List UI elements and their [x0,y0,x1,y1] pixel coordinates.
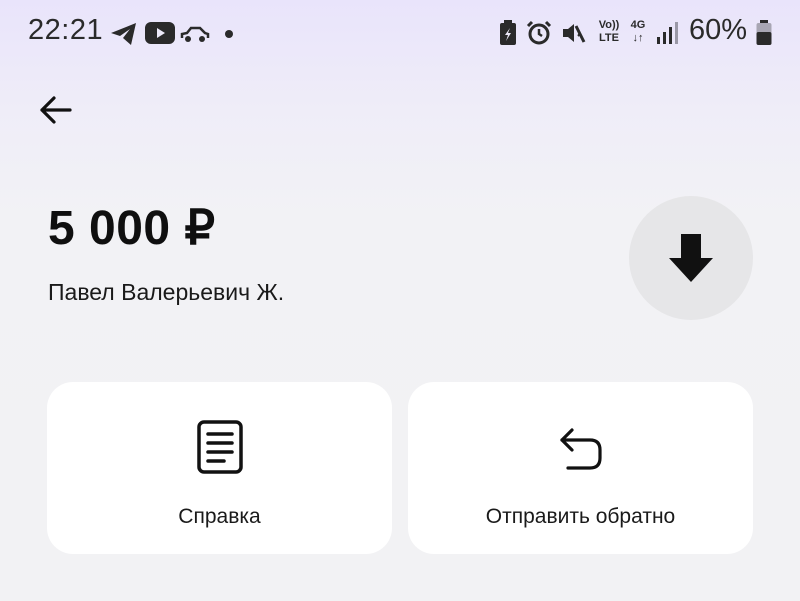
send-back-label: Отправить обратно [485,505,676,528]
battery-icon [756,20,772,45]
arrow-left-icon [40,96,72,124]
arrow-down-icon [669,234,713,282]
4g-label: 4G [630,19,646,31]
4g-icon: 4G ↓↑ [627,19,649,45]
volte-icon: Vo)) LTE [595,19,623,45]
recipient-name: Павел Валерьевич Ж. [48,279,285,305]
transfer-amount: 5 000 ₽ [48,202,216,255]
transfer-direction-badge [629,196,753,320]
battery-saver-icon [500,20,516,45]
youtube-icon [145,22,175,44]
alarm-icon [526,20,552,45]
clock: 22:21 [28,14,104,46]
send-back-button[interactable]: Отправить обратно [408,382,753,554]
lte-label: LTE [599,32,619,44]
vibrate-icon [563,24,586,43]
dot-icon [225,30,233,38]
statement-button[interactable]: Справка [47,382,392,554]
back-button[interactable] [34,88,78,132]
signal-icon [657,22,678,44]
document-icon [196,420,243,474]
telegram-icon [111,23,136,45]
volte-label: Vo)) [598,19,620,31]
data-arrows-icon: ↓↑ [632,32,644,44]
return-icon [559,428,602,470]
car-icon [180,26,210,42]
status-bar: 22:21 Vo)) LTE 4G ↓↑ 60% [0,0,800,66]
statement-label: Справка [178,505,261,528]
battery-percent: 60% [689,14,748,46]
